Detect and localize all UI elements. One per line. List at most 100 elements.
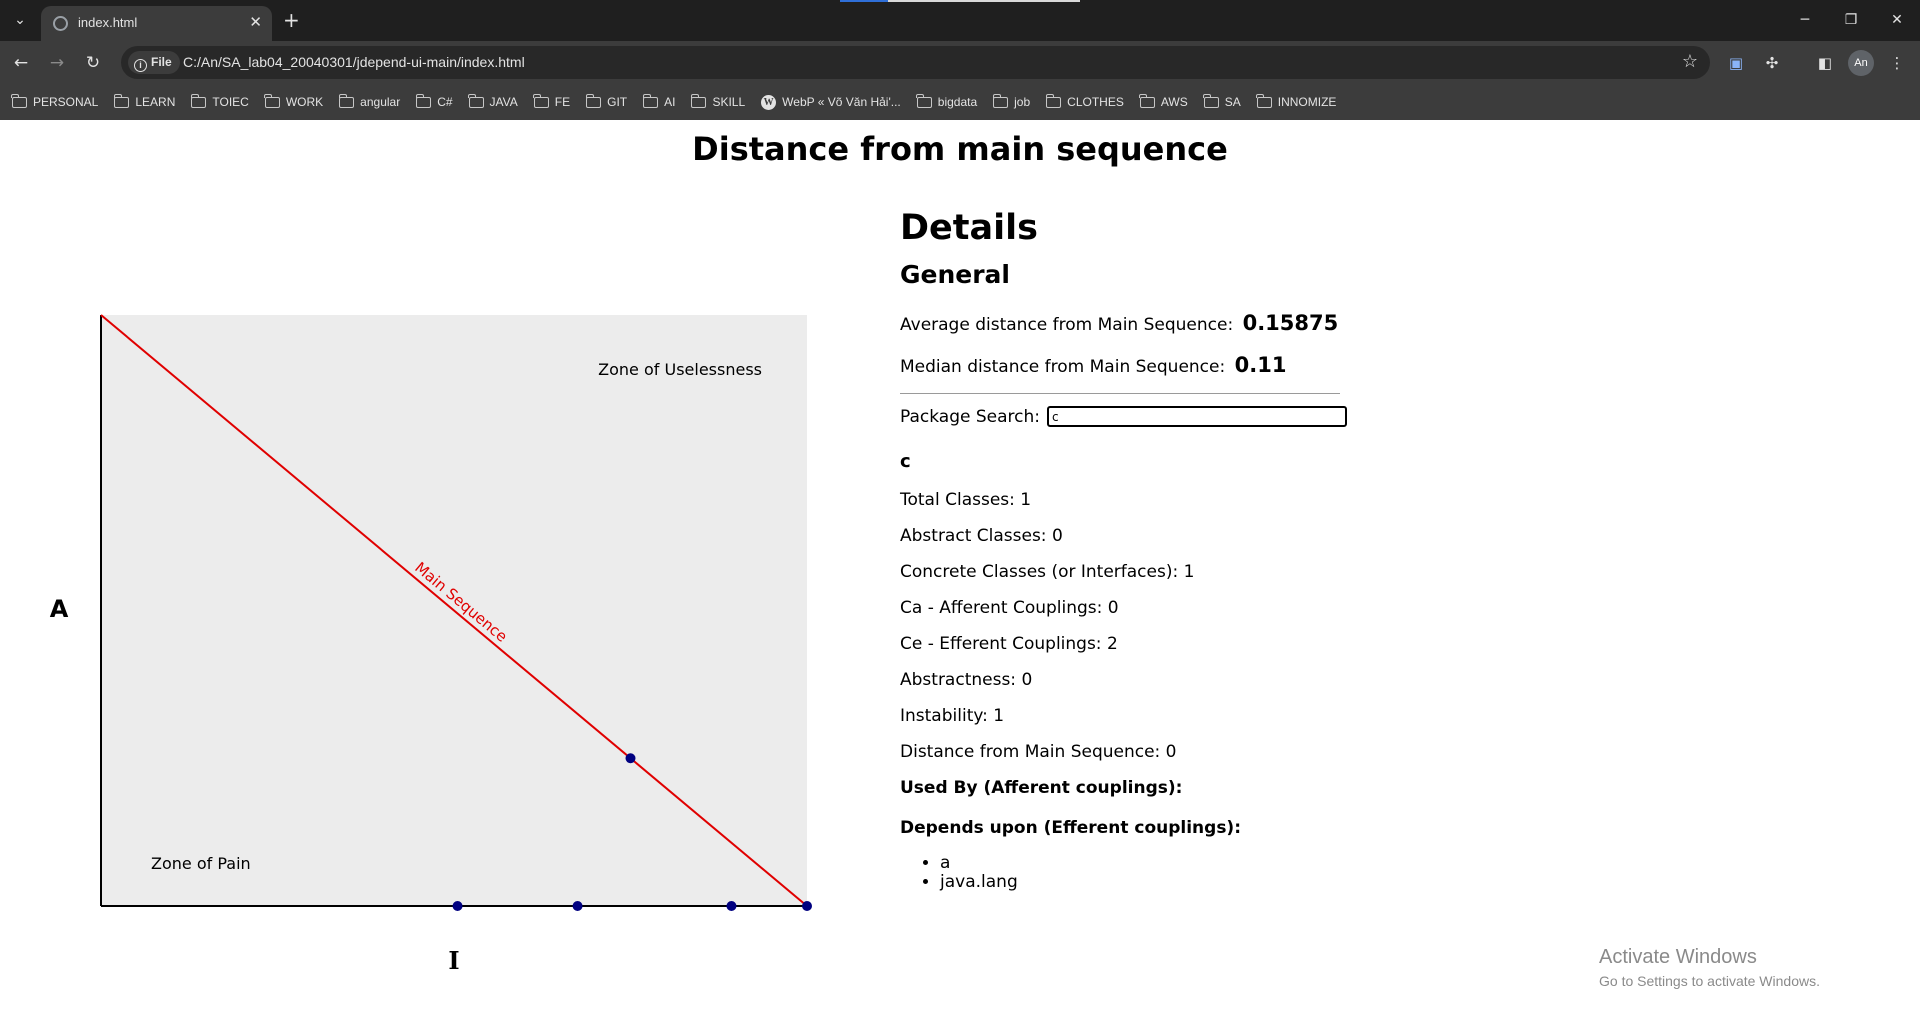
site-chip-label: File (151, 55, 172, 69)
folder-icon (113, 93, 130, 108)
bookmark-label: angular (360, 95, 401, 109)
folder-icon (690, 93, 707, 108)
back-arrow-icon[interactable]: ← (8, 50, 34, 76)
globe-icon (53, 16, 68, 31)
depends-upon-heading: Depends upon (Efferent couplings): (900, 818, 1242, 838)
bookmark-personal[interactable]: PERSONAL (11, 93, 99, 109)
bookmark-label: job (1014, 95, 1031, 109)
bookmark-sa[interactable]: SA (1203, 93, 1241, 109)
new-tab-plus-icon[interactable]: + (283, 8, 300, 32)
bookmark-label: FE (554, 95, 571, 109)
afferent-couplings: Ca - Afferent Couplings: 0 (900, 598, 1119, 618)
bookmark-label: AWS (1160, 95, 1188, 109)
bookmark-label: bigdata (937, 95, 978, 109)
bookmark-label: AI (664, 95, 676, 109)
bookmark-label: LEARN (135, 95, 176, 109)
folder-icon (533, 93, 549, 108)
bookmark-clothes[interactable]: CLOTHES (1045, 93, 1124, 109)
bookmark-label: WebP « Võ Văn Hải'... (782, 95, 901, 109)
depends-list: a java.lang (900, 854, 1460, 892)
folder-icon (992, 93, 1009, 108)
median-distance-stat: Median distance from Main Sequence: 0.11 (900, 353, 1460, 377)
extensions-puzzle-icon[interactable]: ✣ (1761, 52, 1783, 74)
bookmark-angular[interactable]: angular (338, 93, 401, 109)
browser-toolbar: ← → ↻ i File C:/An/SA_lab04_20040301/jdep… (0, 41, 1920, 84)
folder-icon (190, 93, 207, 108)
divider (900, 393, 1340, 394)
used-by-heading: Used By (Afferent couplings): (900, 778, 1183, 798)
tab-strip: ⌄ index.html ✕ + ─ ❐ ✕ (0, 0, 1920, 41)
bookmark-work[interactable]: WORK (264, 93, 323, 109)
details-panel: Details General Average distance from Ma… (900, 208, 1460, 892)
reload-icon[interactable]: ↻ (80, 50, 106, 76)
median-distance-label: Median distance from Main Sequence: (900, 357, 1226, 377)
average-distance-stat: Average distance from Main Sequence: 0.1… (900, 311, 1460, 335)
bookmark-fe[interactable]: FE (533, 93, 571, 109)
data-point-1[interactable] (452, 901, 463, 911)
bookmark-star-icon[interactable]: ☆ (1682, 51, 1698, 72)
bookmark-bigdata[interactable]: bigdata (916, 93, 978, 109)
bookmark-label: INNOMIZE (1277, 95, 1337, 109)
translate-icon[interactable]: ▣ (1725, 52, 1747, 74)
forward-arrow-icon[interactable]: → (44, 50, 70, 76)
zone-of-pain-label: Zone of Pain (151, 854, 251, 873)
profile-avatar[interactable]: An (1848, 50, 1874, 76)
bookmark-c[interactable]: C# (415, 93, 453, 109)
bookmark-label: CLOTHES (1067, 95, 1124, 109)
bookmark-label: JAVA (489, 95, 518, 109)
data-point-2[interactable] (572, 901, 583, 911)
site-info-chip[interactable]: i File (128, 51, 180, 74)
bookmarks-bar: PERSONAL LEARN TOIEC WORK angular C# JAVA FE GIT… (0, 84, 1920, 120)
bookmark-webp-v-v-n-h-i[interactable]: W WebP « Võ Văn Hải'... (761, 94, 901, 110)
depends-item: a (940, 854, 1460, 873)
bookmark-learn[interactable]: LEARN (113, 93, 176, 109)
data-point-4[interactable] (802, 901, 812, 911)
data-point-5[interactable] (625, 753, 636, 764)
bookmark-label: SA (1224, 95, 1241, 109)
package-search-label: Package Search: (900, 406, 1041, 427)
distance-from-main-sequence: Distance from Main Sequence: 0 (900, 742, 1177, 762)
bookmark-skill[interactable]: SKILL (690, 93, 745, 109)
window-controls: ─ ❐ ✕ (1782, 0, 1920, 41)
folder-icon (1139, 93, 1155, 108)
more-menu-icon[interactable]: ⋮ (1886, 52, 1908, 74)
folder-icon (338, 93, 355, 108)
details-heading: Details (900, 208, 1038, 248)
page-title: Distance from main sequence (692, 130, 1228, 168)
close-window-icon[interactable]: ✕ (1874, 0, 1920, 41)
package-search-input[interactable] (1047, 406, 1348, 427)
general-heading: General (900, 260, 1010, 289)
bookmark-aws[interactable]: AWS (1139, 93, 1188, 109)
side-panel-icon[interactable]: ◧ (1814, 52, 1836, 74)
address-bar[interactable]: i File C:/An/SA_lab04_20040301/jdepend-ui… (121, 46, 1710, 79)
bookmark-label: C# (437, 95, 453, 109)
bookmark-ai[interactable]: AI (642, 93, 676, 109)
tab-index-html[interactable]: index.html ✕ (41, 6, 272, 41)
abstract-classes: Abstract Classes: 0 (900, 526, 1063, 546)
average-distance-value: 0.15875 (1242, 311, 1339, 335)
data-point-3[interactable] (726, 901, 737, 911)
bookmark-label: PERSONAL (33, 95, 99, 109)
folder-icon (1045, 93, 1062, 108)
minimize-icon[interactable]: ─ (1782, 0, 1828, 41)
bookmark-java[interactable]: JAVA (467, 93, 518, 109)
folder-icon (585, 93, 602, 108)
folder-icon (916, 93, 932, 108)
tab-title: index.html (78, 15, 138, 30)
bookmark-toiec[interactable]: TOIEC (190, 93, 249, 109)
bookmark-innomize[interactable]: INNOMIZE (1256, 93, 1337, 109)
concrete-classes: Concrete Classes (or Interfaces): 1 (900, 562, 1195, 582)
wordpress-icon: W (761, 94, 777, 110)
median-distance-value: 0.11 (1234, 353, 1287, 377)
tab-search-chevron-icon[interactable]: ⌄ (10, 10, 30, 30)
page-content: Distance from main sequence Main Sequenc… (0, 120, 1920, 1016)
close-tab-icon[interactable]: ✕ (249, 13, 262, 31)
folder-icon (642, 93, 659, 108)
restore-icon[interactable]: ❐ (1828, 0, 1874, 41)
bookmark-job[interactable]: job (992, 93, 1031, 109)
folder-icon (1203, 93, 1219, 108)
tab-strip-accent-blue (840, 0, 888, 2)
bookmark-git[interactable]: GIT (585, 93, 627, 109)
url-text[interactable]: C:/An/SA_lab04_20040301/jdepend-ui-main/… (183, 54, 525, 70)
total-classes: Total Classes: 1 (900, 490, 1032, 510)
